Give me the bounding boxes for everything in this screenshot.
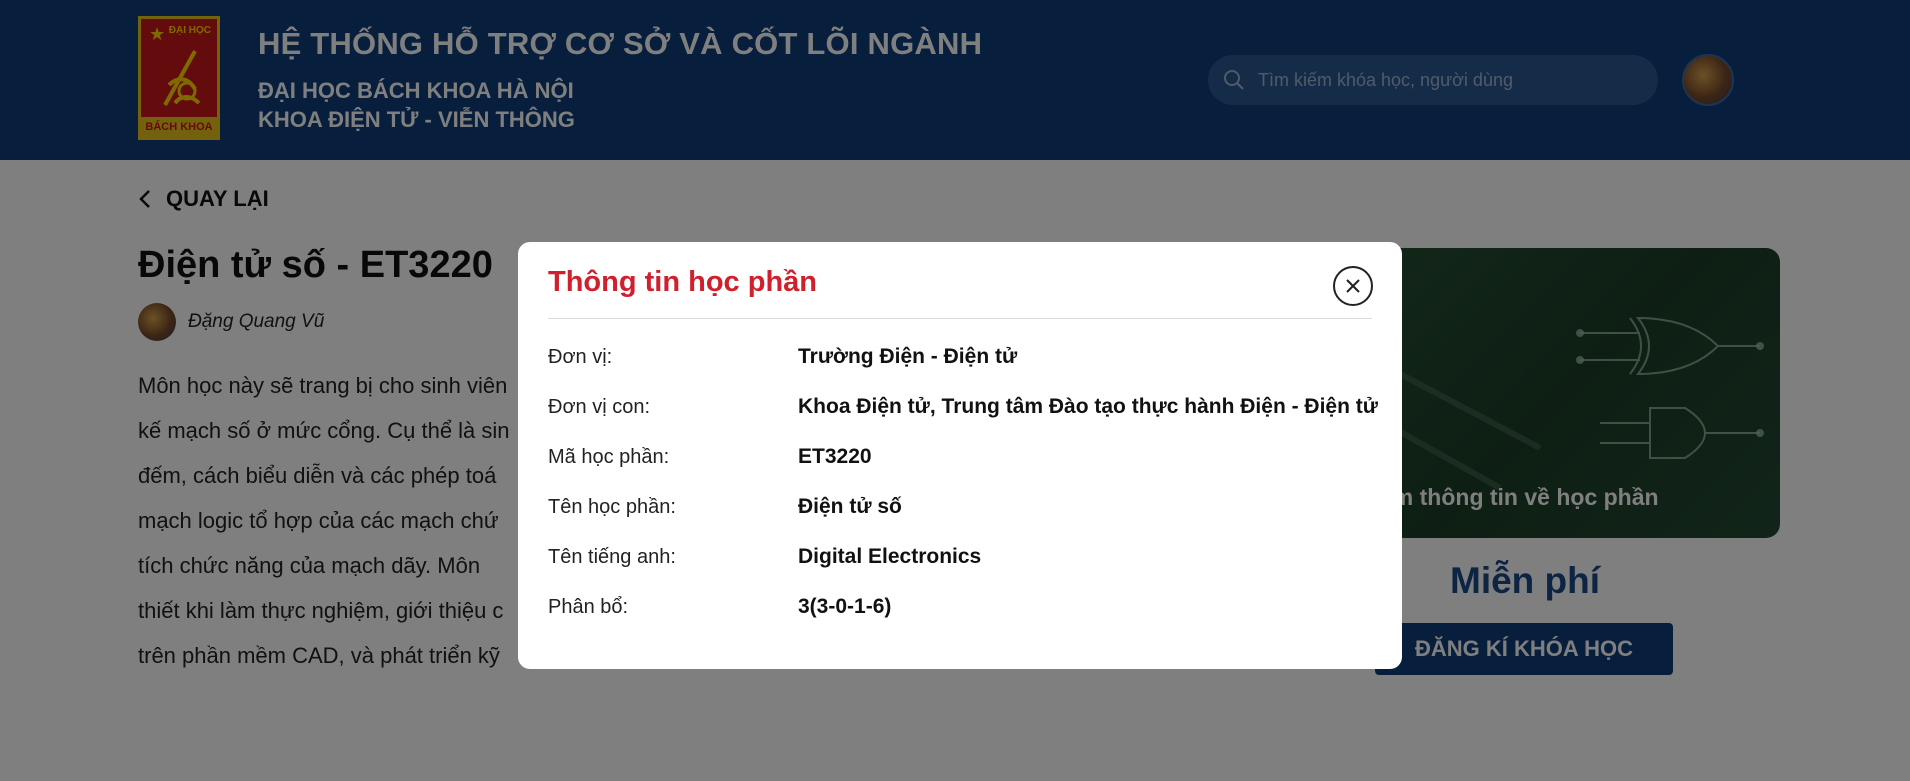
modal-title: Thông tin học phần [548, 266, 818, 298]
info-value: Khoa Điện tử, Trung tâm Đào tạo thực hàn… [798, 395, 1378, 418]
info-value: 3(3-0-1-6) [798, 595, 892, 618]
info-row-subunit: Đơn vị con: Khoa Điện tử, Trung tâm Đào … [548, 392, 1378, 422]
info-key: Tên tiếng anh: [548, 545, 676, 568]
info-key: Mã học phần: [548, 445, 670, 468]
info-row-code: Mã học phần: ET3220 [548, 442, 872, 472]
info-key: Tên học phần: [548, 495, 676, 518]
info-key: Phân bổ: [548, 595, 629, 618]
info-value: ET3220 [798, 445, 872, 468]
info-value: Trường Điện - Điện tử [798, 345, 1018, 368]
info-key: Đơn vị con: [548, 395, 651, 418]
info-row-name: Tên học phần: Điện tử số [548, 492, 902, 522]
course-info-modal: Thông tin học phần Đơn vị: Trường Điện -… [518, 242, 1402, 669]
info-key: Đơn vị: [548, 345, 613, 368]
close-button[interactable] [1333, 266, 1373, 306]
modal-divider [548, 318, 1372, 319]
info-value: Điện tử số [798, 495, 902, 518]
close-icon [1346, 279, 1360, 293]
info-value: Digital Electronics [798, 545, 982, 568]
info-row-allocation: Phân bổ: 3(3-0-1-6) [548, 592, 891, 622]
info-row-unit: Đơn vị: Trường Điện - Điện tử [548, 342, 1017, 372]
info-row-english-name: Tên tiếng anh: Digital Electronics [548, 542, 981, 572]
